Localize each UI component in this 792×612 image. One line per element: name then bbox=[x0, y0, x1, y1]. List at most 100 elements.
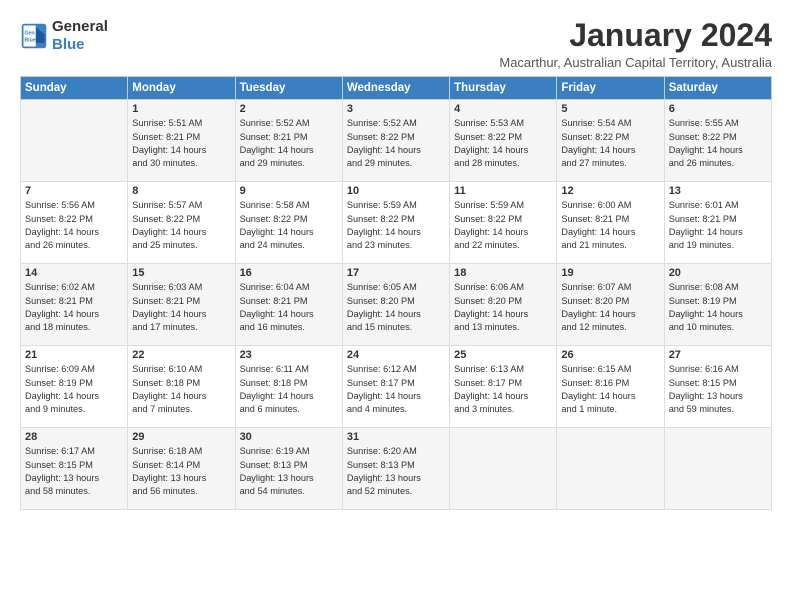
day-info: Sunrise: 6:02 AMSunset: 8:21 PMDaylight:… bbox=[25, 281, 123, 334]
day-number: 16 bbox=[240, 267, 338, 279]
day-number: 25 bbox=[454, 349, 552, 361]
calendar-cell: 23Sunrise: 6:11 AMSunset: 8:18 PMDayligh… bbox=[235, 346, 342, 428]
calendar-week-4: 21 Sunrise: 6:09 AMSunset: 8:19 PMDayligh… bbox=[21, 346, 772, 428]
day-number: 6 bbox=[669, 103, 767, 115]
calendar-cell: 14 Sunrise: 6:02 AMSunset: 8:21 PMDayligh… bbox=[21, 264, 128, 346]
day-info: Sunrise: 6:16 AMSunset: 8:15 PMDaylight:… bbox=[669, 363, 767, 416]
title-area: January 2024 Macarthur, Australian Capit… bbox=[499, 18, 772, 70]
weekday-friday: Friday bbox=[557, 77, 664, 100]
calendar-cell bbox=[450, 428, 557, 510]
calendar-table: Sunday Monday Tuesday Wednesday Thursday… bbox=[20, 76, 772, 510]
day-number: 21 bbox=[25, 349, 123, 361]
day-number: 28 bbox=[25, 431, 123, 443]
day-number: 9 bbox=[240, 185, 338, 197]
calendar-cell: 21 Sunrise: 6:09 AMSunset: 8:19 PMDayligh… bbox=[21, 346, 128, 428]
day-info: Sunrise: 6:00 AMSunset: 8:21 PMDaylight:… bbox=[561, 199, 659, 252]
day-info: Sunrise: 5:54 AMSunset: 8:22 PMDaylight:… bbox=[561, 117, 659, 170]
day-number: 5 bbox=[561, 103, 659, 115]
day-number: 27 bbox=[669, 349, 767, 361]
calendar-week-2: 7 Sunrise: 5:56 AMSunset: 8:22 PMDaylight… bbox=[21, 182, 772, 264]
day-number: 30 bbox=[240, 431, 338, 443]
day-info: Sunrise: 6:17 AMSunset: 8:15 PMDaylight:… bbox=[25, 445, 123, 498]
day-info: Sunrise: 5:59 AMSunset: 8:22 PMDaylight:… bbox=[347, 199, 445, 252]
calendar-cell: 15 Sunrise: 6:03 AMSunset: 8:21 PMDayligh… bbox=[128, 264, 235, 346]
day-number: 31 bbox=[347, 431, 445, 443]
calendar-cell: 29 Sunrise: 6:18 AMSunset: 8:14 PMDayligh… bbox=[128, 428, 235, 510]
day-info: Sunrise: 6:05 AMSunset: 8:20 PMDaylight:… bbox=[347, 281, 445, 334]
calendar-cell: 3 Sunrise: 5:52 AMSunset: 8:22 PMDaylight… bbox=[342, 100, 449, 182]
svg-text:Blue: Blue bbox=[24, 37, 35, 43]
calendar-cell: 5 Sunrise: 5:54 AMSunset: 8:22 PMDaylight… bbox=[557, 100, 664, 182]
calendar-cell: 17Sunrise: 6:05 AMSunset: 8:20 PMDayligh… bbox=[342, 264, 449, 346]
calendar-cell: 25 Sunrise: 6:13 AMSunset: 8:17 PMDayligh… bbox=[450, 346, 557, 428]
day-number: 1 bbox=[132, 103, 230, 115]
day-number: 4 bbox=[454, 103, 552, 115]
calendar-cell: 9 Sunrise: 5:58 AMSunset: 8:22 PMDaylight… bbox=[235, 182, 342, 264]
calendar-cell: 10 Sunrise: 5:59 AMSunset: 8:22 PMDayligh… bbox=[342, 182, 449, 264]
calendar-header: Sunday Monday Tuesday Wednesday Thursday… bbox=[21, 77, 772, 100]
header-area: Gen Blue General Blue January 2024 Macar… bbox=[20, 18, 772, 70]
day-info: Sunrise: 6:03 AMSunset: 8:21 PMDaylight:… bbox=[132, 281, 230, 334]
calendar-cell: 16 Sunrise: 6:04 AMSunset: 8:21 PMDayligh… bbox=[235, 264, 342, 346]
day-number: 23 bbox=[240, 349, 338, 361]
calendar-week-3: 14 Sunrise: 6:02 AMSunset: 8:21 PMDayligh… bbox=[21, 264, 772, 346]
day-number: 13 bbox=[669, 185, 767, 197]
calendar-cell: 19Sunrise: 6:07 AMSunset: 8:20 PMDayligh… bbox=[557, 264, 664, 346]
day-info: Sunrise: 5:52 AMSunset: 8:22 PMDaylight:… bbox=[347, 117, 445, 170]
day-number: 19 bbox=[561, 267, 659, 279]
day-info: Sunrise: 6:18 AMSunset: 8:14 PMDaylight:… bbox=[132, 445, 230, 498]
day-number: 24 bbox=[347, 349, 445, 361]
calendar-cell: 12 Sunrise: 6:00 AMSunset: 8:21 PMDayligh… bbox=[557, 182, 664, 264]
weekday-saturday: Saturday bbox=[664, 77, 771, 100]
calendar-cell: 7 Sunrise: 5:56 AMSunset: 8:22 PMDaylight… bbox=[21, 182, 128, 264]
day-info: Sunrise: 6:19 AMSunset: 8:13 PMDaylight:… bbox=[240, 445, 338, 498]
day-number: 29 bbox=[132, 431, 230, 443]
day-number: 10 bbox=[347, 185, 445, 197]
calendar-cell: 1 Sunrise: 5:51 AMSunset: 8:21 PMDaylight… bbox=[128, 100, 235, 182]
svg-text:Gen: Gen bbox=[24, 30, 34, 36]
day-number: 12 bbox=[561, 185, 659, 197]
calendar-cell: 8Sunrise: 5:57 AMSunset: 8:22 PMDaylight… bbox=[128, 182, 235, 264]
calendar-body: 1 Sunrise: 5:51 AMSunset: 8:21 PMDaylight… bbox=[21, 100, 772, 510]
calendar-cell: 24 Sunrise: 6:12 AMSunset: 8:17 PMDayligh… bbox=[342, 346, 449, 428]
subtitle: Macarthur, Australian Capital Territory,… bbox=[499, 55, 772, 70]
day-info: Sunrise: 6:15 AMSunset: 8:16 PMDaylight:… bbox=[561, 363, 659, 416]
month-title: January 2024 bbox=[499, 18, 772, 53]
day-info: Sunrise: 5:58 AMSunset: 8:22 PMDaylight:… bbox=[240, 199, 338, 252]
calendar-cell: 27 Sunrise: 6:16 AMSunset: 8:15 PMDayligh… bbox=[664, 346, 771, 428]
day-info: Sunrise: 6:12 AMSunset: 8:17 PMDaylight:… bbox=[347, 363, 445, 416]
logo-icon: Gen Blue bbox=[20, 22, 48, 50]
day-info: Sunrise: 5:57 AMSunset: 8:22 PMDaylight:… bbox=[132, 199, 230, 252]
logo-blue: Blue bbox=[52, 36, 85, 53]
calendar-cell: 4 Sunrise: 5:53 AMSunset: 8:22 PMDaylight… bbox=[450, 100, 557, 182]
calendar-cell: 18Sunrise: 6:06 AMSunset: 8:20 PMDayligh… bbox=[450, 264, 557, 346]
day-info: Sunrise: 6:04 AMSunset: 8:21 PMDaylight:… bbox=[240, 281, 338, 334]
day-number: 18 bbox=[454, 267, 552, 279]
day-info: Sunrise: 5:51 AMSunset: 8:21 PMDaylight:… bbox=[132, 117, 230, 170]
calendar-cell: 2Sunrise: 5:52 AMSunset: 8:21 PMDaylight… bbox=[235, 100, 342, 182]
day-info: Sunrise: 5:52 AMSunset: 8:21 PMDaylight:… bbox=[240, 117, 338, 170]
calendar-cell bbox=[664, 428, 771, 510]
logo: Gen Blue General Blue bbox=[20, 18, 108, 54]
day-info: Sunrise: 5:55 AMSunset: 8:22 PMDaylight:… bbox=[669, 117, 767, 170]
calendar-week-5: 28 Sunrise: 6:17 AMSunset: 8:15 PMDayligh… bbox=[21, 428, 772, 510]
calendar-cell bbox=[21, 100, 128, 182]
day-info: Sunrise: 5:59 AMSunset: 8:22 PMDaylight:… bbox=[454, 199, 552, 252]
day-number: 15 bbox=[132, 267, 230, 279]
day-number: 3 bbox=[347, 103, 445, 115]
weekday-sunday: Sunday bbox=[21, 77, 128, 100]
day-info: Sunrise: 6:01 AMSunset: 8:21 PMDaylight:… bbox=[669, 199, 767, 252]
day-info: Sunrise: 5:53 AMSunset: 8:22 PMDaylight:… bbox=[454, 117, 552, 170]
day-number: 7 bbox=[25, 185, 123, 197]
day-info: Sunrise: 5:56 AMSunset: 8:22 PMDaylight:… bbox=[25, 199, 123, 252]
day-number: 14 bbox=[25, 267, 123, 279]
weekday-thursday: Thursday bbox=[450, 77, 557, 100]
day-info: Sunrise: 6:13 AMSunset: 8:17 PMDaylight:… bbox=[454, 363, 552, 416]
calendar-cell: 6 Sunrise: 5:55 AMSunset: 8:22 PMDaylight… bbox=[664, 100, 771, 182]
day-info: Sunrise: 6:20 AMSunset: 8:13 PMDaylight:… bbox=[347, 445, 445, 498]
day-info: Sunrise: 6:09 AMSunset: 8:19 PMDaylight:… bbox=[25, 363, 123, 416]
day-number: 20 bbox=[669, 267, 767, 279]
calendar-cell: 22Sunrise: 6:10 AMSunset: 8:18 PMDayligh… bbox=[128, 346, 235, 428]
weekday-monday: Monday bbox=[128, 77, 235, 100]
day-info: Sunrise: 6:08 AMSunset: 8:19 PMDaylight:… bbox=[669, 281, 767, 334]
